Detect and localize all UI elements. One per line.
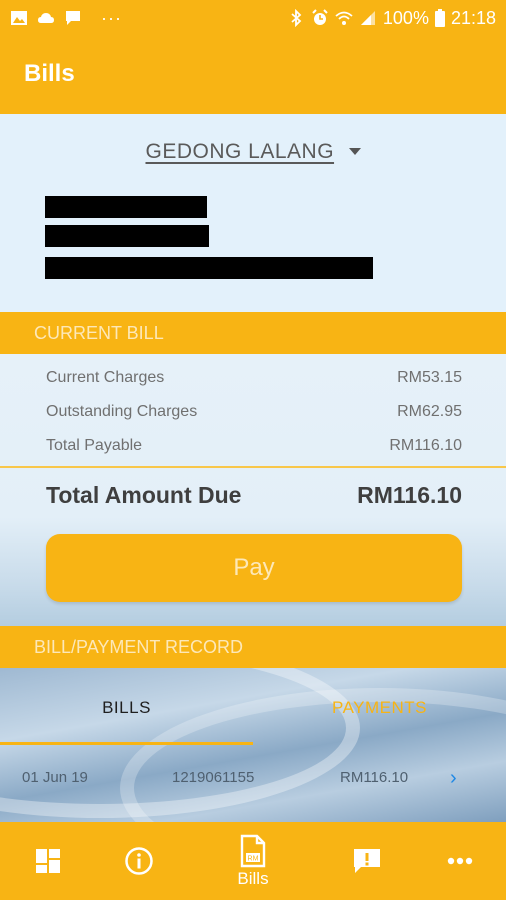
bill-date: 01 Jun 19: [22, 769, 88, 786]
charge-label: Outstanding Charges: [46, 403, 198, 420]
page-title: Bills: [24, 60, 75, 87]
notification-overflow: ···: [101, 7, 122, 28]
charge-value: RM62.95: [397, 403, 462, 420]
dashboard-icon: [36, 849, 60, 873]
wifi-icon: [335, 9, 353, 27]
tab-payments[interactable]: PAYMENTS: [253, 698, 506, 718]
status-bar: ··· 100% 21:18: [0, 0, 506, 36]
message-icon: [64, 9, 82, 27]
info-icon: [125, 847, 153, 875]
cloud-icon: [37, 9, 55, 27]
redacted-account-name: [45, 196, 207, 218]
redacted-account-address: [45, 257, 373, 279]
record-header: BILL/PAYMENT RECORD: [0, 626, 506, 668]
table-row[interactable]: 01 Jun 19 1219061155 RM116.10 ›: [0, 767, 506, 791]
nav-bills[interactable]: RM Bills: [218, 822, 288, 900]
clock: 21:18: [450, 7, 496, 28]
report-icon: [354, 849, 380, 873]
current-bill-header: CURRENT BILL: [0, 312, 506, 354]
bill-document-icon: RM: [240, 834, 266, 867]
charge-value: RM53.15: [397, 369, 462, 386]
charge-row-total-payable: Total Payable RM116.10: [46, 437, 462, 455]
nav-bills-label: Bills: [237, 868, 269, 888]
charge-label: Current Charges: [46, 369, 165, 386]
bottom-nav: RM Bills: [0, 822, 506, 900]
battery-level: 100%: [382, 7, 429, 28]
tab-indicator: [0, 742, 253, 745]
charge-row-outstanding: Outstanding Charges RM62.95: [46, 403, 462, 421]
location-label[interactable]: GEDONG LALANG: [145, 140, 334, 163]
bill-number: 1219061155: [172, 769, 255, 786]
bill-amount: RM116.10: [340, 769, 409, 786]
nav-more[interactable]: [432, 822, 488, 900]
bill-badge: RM: [248, 855, 259, 862]
charge-row-current: Current Charges RM53.15: [46, 369, 462, 387]
location-selector[interactable]: GEDONG LALANG: [0, 140, 506, 164]
more-icon: [447, 857, 473, 865]
status-right-icons: 100% 21:18: [287, 8, 496, 29]
divider: [0, 466, 506, 468]
nav-info[interactable]: [111, 822, 167, 900]
total-value: RM116.10: [357, 482, 462, 508]
current-bill-title: CURRENT BILL: [34, 323, 164, 343]
battery-icon: [434, 9, 445, 27]
charge-value: RM116.10: [389, 437, 462, 454]
image-icon: [10, 9, 28, 27]
status-left-icons: ···: [10, 8, 122, 29]
nav-report[interactable]: [339, 822, 395, 900]
total-label: Total Amount Due: [46, 482, 242, 508]
bluetooth-icon: [287, 9, 305, 27]
record-panel: BILLS PAYMENTS 01 Jun 19 1219061155 RM11…: [0, 668, 506, 822]
chevron-right-icon[interactable]: ›: [450, 767, 457, 790]
alarm-icon: [311, 9, 329, 27]
pay-button[interactable]: Pay: [46, 534, 462, 602]
total-amount-due-row: Total Amount Due RM116.10: [46, 482, 462, 509]
signal-icon: [359, 9, 377, 27]
tab-bills[interactable]: BILLS: [0, 698, 253, 718]
account-section: GEDONG LALANG: [0, 114, 506, 312]
record-title: BILL/PAYMENT RECORD: [34, 637, 244, 657]
charge-label: Total Payable: [46, 437, 143, 454]
caret-down-icon[interactable]: [348, 148, 361, 156]
nav-dashboard[interactable]: [20, 822, 76, 900]
redacted-account-number: [45, 225, 209, 247]
current-bill-panel: Current Charges RM53.15 Outstanding Char…: [0, 354, 506, 626]
app-bar: Bills: [0, 36, 506, 114]
